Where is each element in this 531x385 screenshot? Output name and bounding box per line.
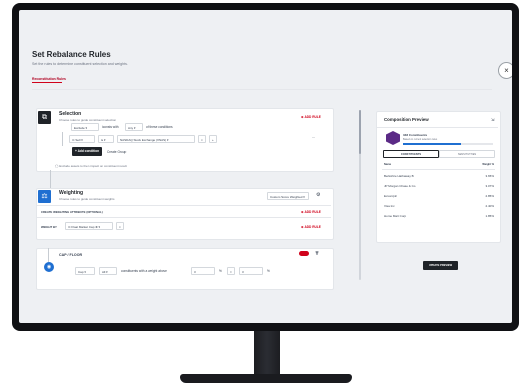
any-all-select[interactable]: Any ▾ (125, 123, 143, 131)
constituent-note: Based on current selection rules (403, 138, 438, 141)
preview-divider (377, 127, 498, 128)
table-row[interactable]: Visa Inc 2.40% (384, 204, 494, 208)
weighting-add-rule-button[interactable]: ⊕ ADD RULE (301, 210, 321, 214)
weight-by-select[interactable]: ⊙ Float Market Cap ⊗ ▾ (65, 222, 113, 230)
monitor-frame: Set Rebalance Rules Set the rules to det… (12, 3, 519, 331)
selection-add-rule-button[interactable]: ⊕ ADD RULE (301, 115, 321, 119)
weighting-divider-2 (37, 217, 331, 218)
weighting-add-rule-button-2[interactable]: ⊕ ADD RULE (301, 225, 321, 229)
add-condition-button[interactable]: + Add condition (72, 147, 102, 156)
tab-reconstitution-rules[interactable]: Reconstitution Rules (32, 77, 66, 81)
include-exclude-select[interactable]: Exclude ▾ (71, 123, 99, 131)
cap-floor-delete-icon[interactable]: 🗑 (315, 251, 319, 255)
weighting-settings-icon[interactable]: ⚙ (316, 192, 320, 198)
weighting-title: Weighting (59, 190, 84, 196)
table-row[interactable]: Berkshire Hathaway B 3.65% (384, 174, 494, 178)
app-screen: Set Rebalance Rules Set the rules to det… (19, 10, 512, 323)
selection-note: ◯ Exclude assets to then impact on const… (55, 164, 127, 168)
cap-connector (48, 248, 49, 262)
cap-pct-2: % (267, 269, 270, 273)
cap-floor-toggle[interactable] (299, 251, 309, 256)
page-title: Set Rebalance Rules (32, 50, 111, 59)
condition-more-icon[interactable]: ··· (312, 136, 315, 140)
weighting-divider (37, 205, 331, 206)
update-preview-button[interactable]: UPDATE PREVIEW (423, 261, 458, 270)
create-weighting-label: CREATE WEIGHTING ATTRIBUTE (OPTIONAL) (41, 210, 103, 214)
selection-subtitle: Choose rules to guide constituent select… (59, 118, 117, 122)
preview-table-header: Name Weight % (384, 163, 494, 166)
of-these-conditions-label: of these conditions (146, 125, 173, 129)
selection-icon: ⧉ (38, 111, 51, 124)
close-icon: × (504, 66, 509, 75)
create-group-button[interactable]: Create Group (107, 150, 126, 154)
table-row[interactable]: Home Mart Corp 1.85% (384, 214, 494, 218)
cap-equals: = (227, 267, 235, 275)
tab-active-indicator (32, 82, 62, 83)
table-row[interactable]: JP Morgan Chase & Co 3.07% (384, 184, 494, 188)
close-button[interactable]: × (498, 62, 512, 79)
weighting-icon: ⚖ (38, 190, 51, 203)
weighting-subtitle: Choose rules to guide constituent weight… (59, 197, 115, 201)
condition-value-select[interactable]: NASDAQ Stock Exchange (XNAS) ▾ (117, 135, 195, 143)
condition-connector (62, 132, 63, 146)
main-scrollbar-thumb[interactable] (359, 110, 361, 154)
cap-floor-text: constituents with a weight above (121, 269, 167, 273)
composition-preview-title: Composition Preview (384, 117, 429, 122)
preview-expand-icon[interactable]: ⇲ (491, 117, 494, 122)
weight-by-label: WEIGHT BY (41, 225, 57, 229)
header-divider (32, 89, 492, 90)
condition-field-select[interactable]: ⊙ Sell ▾ (69, 135, 95, 143)
page-subtitle: Set the rules to determine constituent s… (32, 62, 128, 66)
condition-operator-select[interactable]: is ▾ (98, 135, 114, 143)
condition-remove-button[interactable]: × (198, 135, 206, 143)
table-header-divider (382, 169, 495, 170)
iconsts-with-label: iconsts with (102, 125, 119, 129)
tab-sensitivities[interactable]: SENSITIVITIES (439, 150, 495, 158)
floor-value-input[interactable]: 3 (239, 267, 263, 275)
cap-pct-1: % (219, 269, 222, 273)
table-row[interactable]: Exxon/plc 2.85% (384, 194, 494, 198)
cap-floor-icon: ◉ (44, 262, 54, 272)
cap-floor-select[interactable]: Cap ▾ (75, 267, 95, 275)
weight-by-remove-button[interactable]: × (116, 222, 124, 230)
selection-title: Selection (59, 111, 82, 117)
monitor-neck (254, 331, 280, 375)
constituent-scope-select[interactable]: All ▾ (99, 267, 117, 275)
condition-add-button[interactable]: + (209, 135, 217, 143)
tab-constituents[interactable]: CONSTITUENTS (383, 150, 439, 158)
constituent-count: 348 Constituents (403, 133, 428, 137)
section-connector (50, 170, 51, 190)
cap-value-input[interactable]: 3 (191, 267, 215, 275)
coverage-bar-fill (403, 143, 461, 145)
cap-floor-title: CAP / FLOOR (59, 253, 83, 257)
weighting-method-select[interactable]: Custom Score Weighted ▾ (267, 192, 309, 200)
monitor-base (180, 374, 352, 383)
